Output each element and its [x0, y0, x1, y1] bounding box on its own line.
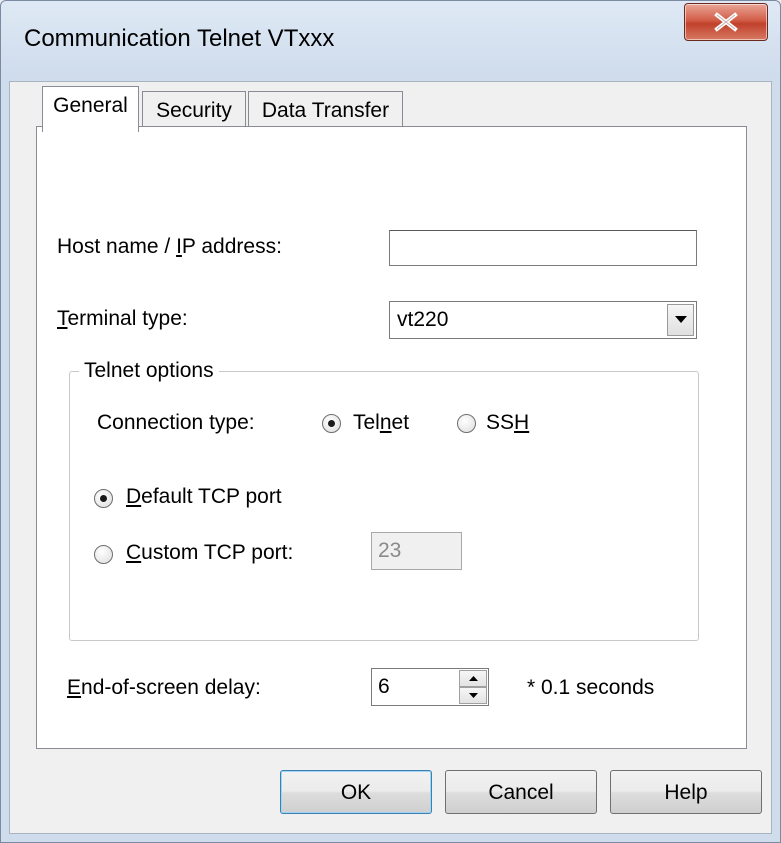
close-button[interactable]: [684, 3, 768, 41]
delay-unit-label: * 0.1 seconds: [527, 676, 655, 699]
ssh-radio[interactable]: [457, 414, 476, 433]
radio-selected-dot: [100, 495, 107, 502]
end-of-screen-delay-label: End-of-screen delay:: [67, 676, 261, 699]
tab-label: Security: [156, 99, 232, 122]
default-tcp-port-radio[interactable]: [94, 489, 113, 508]
telnet-options-title: Telnet options: [79, 359, 219, 383]
spin-down-button[interactable]: [459, 687, 487, 704]
terminal-type-label: Terminal type:: [57, 307, 188, 330]
terminal-type-value: vt220: [397, 308, 449, 331]
host-name-label: Host name / IP address:: [57, 235, 282, 258]
custom-tcp-port-input[interactable]: [371, 532, 462, 570]
window-title: Communication Telnet VTxxx: [24, 25, 335, 52]
general-tab-panel: Host name / IP address: Terminal type: v…: [36, 126, 747, 749]
arrow-down-icon: [469, 693, 478, 698]
default-tcp-port-label[interactable]: Default TCP port: [126, 485, 282, 509]
tab-label: Data Transfer: [261, 99, 390, 122]
telnet-radio[interactable]: [322, 414, 341, 433]
close-icon: [714, 12, 738, 32]
terminal-type-combo[interactable]: vt220: [389, 301, 697, 339]
tab-label: General: [53, 94, 128, 117]
delay-value: 6: [378, 675, 390, 698]
help-button[interactable]: Help: [610, 770, 762, 814]
help-button-label: Help: [664, 781, 708, 804]
telnet-radio-label[interactable]: Telnet: [353, 411, 409, 435]
host-name-input[interactable]: [389, 230, 697, 266]
end-of-screen-delay-spinner[interactable]: 6: [371, 668, 489, 706]
tab-general[interactable]: General: [42, 86, 139, 132]
cancel-button[interactable]: Cancel: [445, 770, 597, 814]
tab-security[interactable]: Security: [142, 91, 246, 131]
ok-button[interactable]: OK: [280, 770, 432, 814]
dropdown-button[interactable]: [667, 304, 694, 336]
connection-type-label: Connection type:: [97, 411, 255, 434]
tab-data-transfer[interactable]: Data Transfer: [248, 91, 403, 131]
arrow-up-icon: [469, 676, 478, 681]
dialog-client-area: General Security Data Transfer Host name…: [9, 81, 772, 834]
custom-tcp-port-label[interactable]: Custom TCP port:: [126, 541, 293, 565]
custom-tcp-port-radio[interactable]: [94, 545, 113, 564]
title-bar[interactable]: Communication Telnet VTxxx: [1, 1, 780, 81]
radio-selected-dot: [328, 420, 335, 427]
cancel-button-label: Cancel: [488, 781, 554, 804]
spinner-buttons: [459, 670, 487, 704]
ok-button-label: OK: [340, 781, 372, 804]
chevron-down-icon: [675, 316, 687, 323]
ssh-radio-label[interactable]: SSH: [486, 411, 529, 435]
dialog-window: Communication Telnet VTxxx General Secur…: [0, 0, 781, 843]
spin-up-button[interactable]: [459, 670, 487, 687]
